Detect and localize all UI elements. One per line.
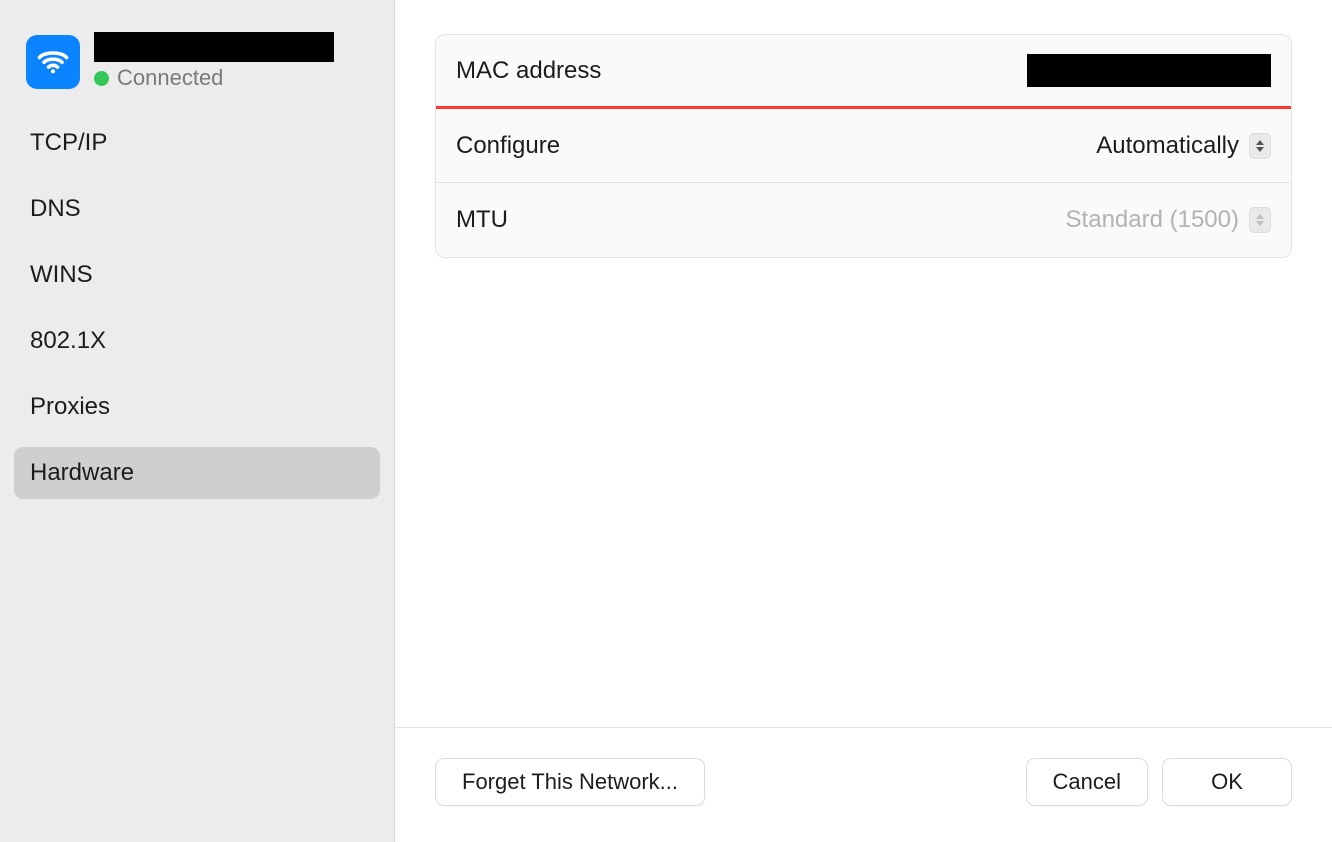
settings-panel: MAC address Configure Automatically MTU …	[435, 34, 1292, 258]
network-status: Connected	[94, 65, 372, 91]
mac-address-label: MAC address	[456, 57, 601, 85]
row-mac-address: MAC address	[436, 35, 1291, 109]
sidebar-item-wins[interactable]: WINS	[14, 249, 380, 301]
status-dot-icon	[94, 71, 109, 86]
row-mtu: MTU Standard (1500)	[436, 183, 1291, 257]
sidebar-item-hardware[interactable]: Hardware	[14, 447, 380, 499]
mtu-select: Standard (1500)	[1066, 206, 1271, 234]
mac-address-value-redacted	[1027, 54, 1271, 87]
network-name-redacted	[94, 32, 334, 62]
forget-network-button[interactable]: Forget This Network...	[435, 758, 705, 806]
sidebar-item-tcpip[interactable]: TCP/IP	[14, 117, 380, 169]
button-label: Forget This Network...	[462, 769, 678, 794]
cancel-button[interactable]: Cancel	[1026, 758, 1148, 806]
row-configure: Configure Automatically	[436, 109, 1291, 183]
sidebar-item-label: TCP/IP	[30, 129, 107, 156]
network-header: Connected	[14, 14, 380, 103]
sidebar-item-label: WINS	[30, 261, 93, 288]
footer: Forget This Network... Cancel OK	[395, 727, 1332, 842]
status-label: Connected	[117, 65, 223, 91]
main-pane: MAC address Configure Automatically MTU …	[395, 0, 1332, 842]
sidebar: Connected TCP/IP DNS WINS 802.1X Proxies…	[0, 0, 395, 842]
sidebar-item-label: DNS	[30, 195, 81, 222]
sidebar-item-dns[interactable]: DNS	[14, 183, 380, 235]
sidebar-item-label: 802.1X	[30, 327, 106, 354]
sidebar-item-proxies[interactable]: Proxies	[14, 381, 380, 433]
stepper-icon	[1249, 207, 1271, 233]
configure-select[interactable]: Automatically	[1096, 132, 1271, 160]
sidebar-item-8021x[interactable]: 802.1X	[14, 315, 380, 367]
mtu-value: Standard (1500)	[1066, 206, 1239, 234]
sidebar-item-label: Hardware	[30, 459, 134, 486]
content: MAC address Configure Automatically MTU …	[395, 0, 1332, 727]
sidebar-item-label: Proxies	[30, 393, 110, 420]
button-label: Cancel	[1053, 769, 1121, 794]
network-info: Connected	[94, 32, 372, 91]
button-label: OK	[1211, 769, 1243, 794]
configure-value: Automatically	[1096, 132, 1239, 160]
footer-right: Cancel OK	[1026, 758, 1292, 806]
ok-button[interactable]: OK	[1162, 758, 1292, 806]
mtu-label: MTU	[456, 206, 508, 234]
configure-label: Configure	[456, 132, 560, 160]
stepper-icon	[1249, 133, 1271, 159]
wifi-icon	[26, 35, 80, 89]
